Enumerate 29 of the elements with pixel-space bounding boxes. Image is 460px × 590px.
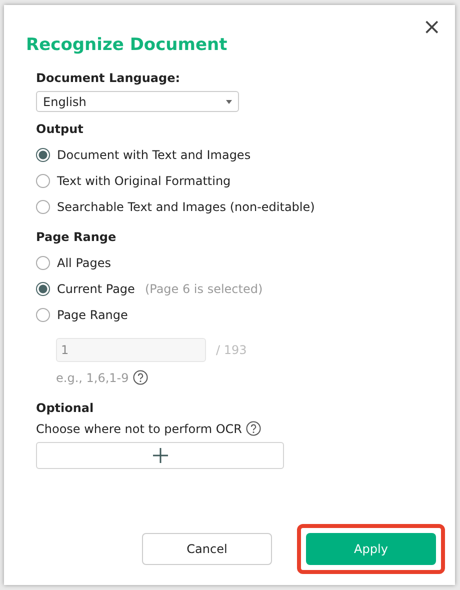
section-label: Page Range [36,230,118,244]
language-dropdown[interactable]: English [36,91,239,112]
radio-button[interactable] [36,174,50,188]
page-total: / 193 [216,343,247,357]
section-label: Optional [36,401,95,415]
option-label[interactable]: Searchable Text and Images (non-editable) [57,200,315,214]
section-label: Document Language: [36,71,182,85]
ocr-description: Choose where not to perform OCR [36,422,242,436]
cancel-button[interactable]: Cancel [142,533,272,565]
radio-button[interactable] [36,282,50,296]
option-label[interactable]: All Pages [57,256,111,270]
option-label[interactable]: Text with Original Formatting [57,174,231,188]
add-area-button[interactable] [36,442,284,469]
close-button[interactable]: × [420,19,443,37]
radio-button[interactable] [36,148,50,162]
radio-button[interactable] [36,308,50,322]
range-hint: e.g., 1,6,1-9 [56,370,129,384]
option-label[interactable]: Page Range [57,308,128,322]
option-label[interactable]: Document with Text and Images [57,148,251,162]
help-icon[interactable] [246,421,262,436]
dialog-title: Recognize Document [26,35,228,55]
radio-button[interactable] [36,200,50,214]
section-label: Output [36,122,84,136]
option-note: (Page 6 is selected) [144,282,263,296]
caret-icon [226,100,232,104]
plus-icon [152,448,168,463]
help-icon[interactable] [132,370,148,385]
option-label[interactable]: Current Page [57,282,135,296]
radio-button[interactable] [36,256,50,270]
